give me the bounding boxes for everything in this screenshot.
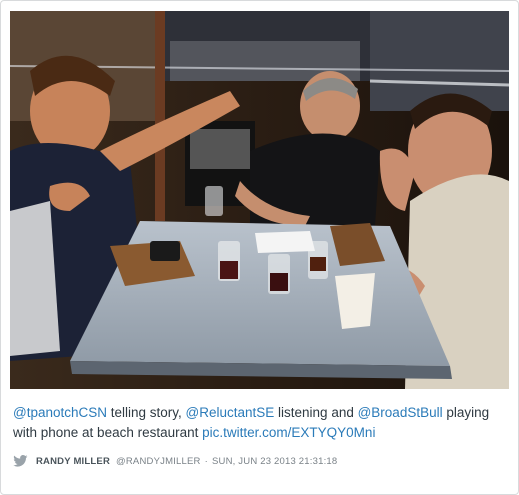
photo-link[interactable]: pic.twitter.com/EXTYQY0Mni xyxy=(202,425,375,440)
restaurant-photo xyxy=(10,11,509,389)
tweet-meta: RANDY MILLER @RANDYJMILLER · SUN, JUN 23… xyxy=(13,453,337,469)
mention-reluctantse-link[interactable]: @ReluctantSE xyxy=(186,405,275,420)
tweet-photo[interactable] xyxy=(10,11,509,389)
meta-separator: · xyxy=(204,455,208,467)
caption-text-2: listening and xyxy=(274,405,358,420)
tweet-timestamp[interactable]: SUN, JUN 23 2013 21:31:18 xyxy=(212,456,337,467)
mention-broadstbull-link[interactable]: @BroadStBull xyxy=(358,405,443,420)
twitter-bird-icon xyxy=(13,455,28,467)
tweet-text: @tpanotchCSN telling story, @ReluctantSE… xyxy=(13,403,508,443)
mention-tpanotchcsn-link[interactable]: @tpanotchCSN xyxy=(13,405,107,420)
tweet-card: @tpanotchCSN telling story, @ReluctantSE… xyxy=(0,0,519,495)
author-handle[interactable]: @RANDYJMILLER xyxy=(116,456,201,467)
author-name[interactable]: RANDY MILLER xyxy=(36,456,110,467)
caption-text-1: telling story, xyxy=(107,405,186,420)
